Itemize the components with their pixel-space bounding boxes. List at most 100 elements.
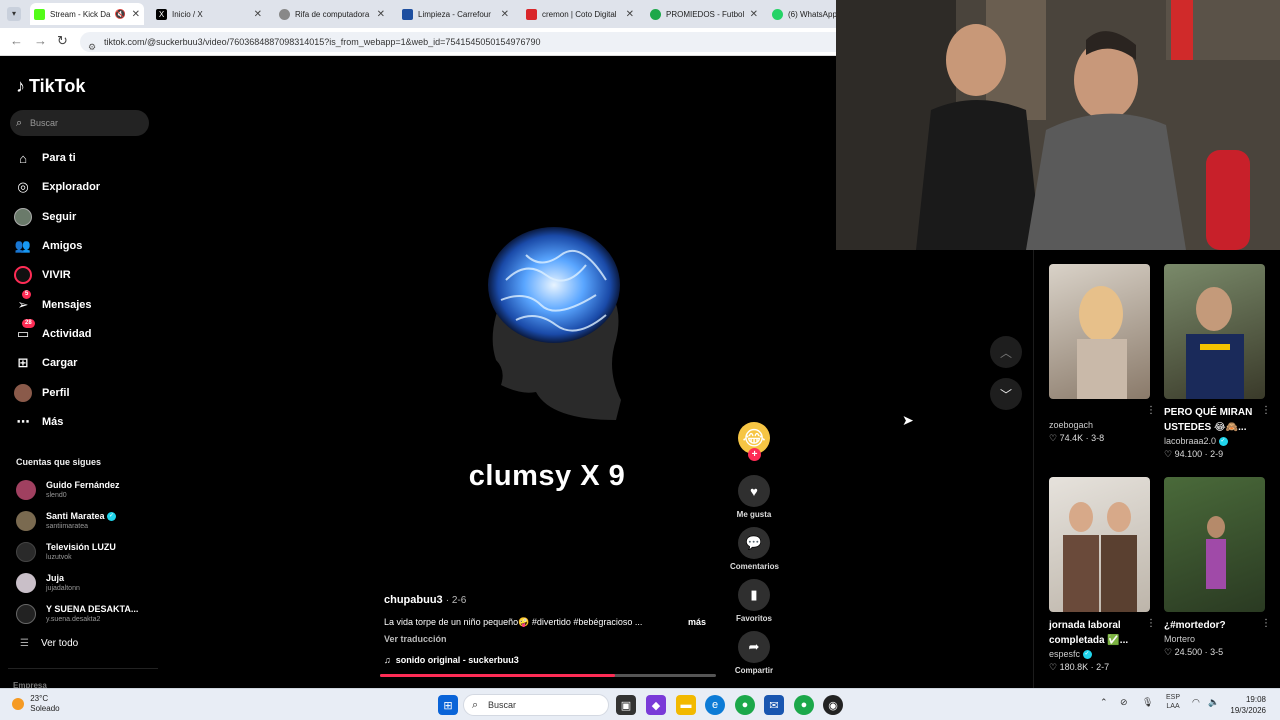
menu-item-para-ti[interactable]: ⌂ Para ti [14,147,76,169]
muted-speaker-icon[interactable]: 🔇 [115,9,126,20]
close-tab-icon[interactable]: ✕ [501,9,509,20]
site-info-icon[interactable]: ⚙ [88,37,96,57]
video-card[interactable]: jornada laboral completada ✅... espesfc … [1049,477,1156,674]
see-all-button[interactable]: ☰ Ver todo [20,638,78,649]
menu-item-cargar[interactable]: ⊞ Cargar [14,352,78,374]
tab-title: Limpieza - Carrefour [418,9,491,19]
wifi-icon[interactable]: ◠ [1192,697,1200,708]
following-avatar-icon [14,208,32,226]
back-arrow-icon[interactable]: ← [10,33,23,48]
following-account[interactable]: Santi Maratea ✓ santiimaratea [16,508,117,534]
search-input[interactable]: ⌕ Buscar [10,110,149,136]
mail-app-icon[interactable]: ✉ [764,695,784,715]
previous-video-button[interactable]: ︿ [990,336,1022,368]
menu-item-explorador[interactable]: ◎ Explorador [14,176,100,198]
video-card[interactable]: ¿#mortedor? Mortero ♡ 24.500 · 3-5 ⋮ [1164,477,1271,659]
taskbar-search[interactable]: ⌕ Buscar [463,694,609,716]
browser-tab-x[interactable]: X Inicio / X ✕ [154,3,266,25]
tab-title: Inicio / X [172,9,203,19]
next-video-button[interactable]: ﹀ [990,378,1022,410]
video-card[interactable]: PERO QUÉ MIRAN USTEDES 😂🙈... lacobraaa2.… [1164,264,1271,461]
tab-title: cremon | Coto Digital [542,9,617,19]
browser-tab-promiedos[interactable]: PROMIEDOS - Futbol ✕ [648,3,762,25]
translate-button[interactable]: Ver traducción [384,634,447,644]
menu-item-vivir[interactable]: VIVIR [14,264,71,286]
browser-tab-coto[interactable]: cremon | Coto Digital ✕ [524,3,638,25]
language-indicator[interactable]: ESP LAA [1166,693,1180,711]
video-progress-bar[interactable] [380,674,716,677]
menu-item-actividad[interactable]: ▭ 28 Actividad [14,319,92,345]
menu-label: Más [42,416,64,428]
heart-outline-icon: ♡ [1164,449,1173,459]
live-icon [14,266,32,284]
heart-outline-icon: ♡ [1049,662,1058,672]
sound-link[interactable]: ♫ sonido original - suckerbuu3 [384,655,519,665]
following-account[interactable]: Televisión LUZU luzutvok [16,539,116,565]
browser-tab-carrefour[interactable]: Limpieza - Carrefour ✕ [400,3,513,25]
chrome-active-icon[interactable]: ● [794,695,814,715]
network-off-icon[interactable]: ⊘ [1120,697,1128,708]
menu-item-perfil[interactable]: Perfil [14,382,70,404]
reload-icon[interactable]: ↻ [57,33,68,49]
recommended-videos: zoebogach ♡ 74.4K · 3-8 ⋮ PERO QUÉ MIRAN… [1033,250,1280,688]
see-all-label: Ver todo [40,638,79,649]
menu-item-seguir[interactable]: Seguir [14,206,76,228]
comments-button[interactable]: 💬 Comentarios [730,527,779,571]
taskbar-search-label: Buscar [488,700,517,710]
following-account[interactable]: Juja jujadaltonn [16,570,80,596]
close-tab-icon[interactable]: ✕ [132,9,140,20]
tiktok-logo[interactable]: ♪ TikTok [16,76,85,97]
account-name: Juja [46,573,65,583]
close-tab-icon[interactable]: ✕ [750,9,758,20]
menu-item-mas[interactable]: ⋯ Más [14,411,64,433]
close-tab-icon[interactable]: ✕ [626,9,634,20]
volume-icon[interactable]: 🔈 [1208,697,1219,708]
account-username: y.suena.desakta2 [46,616,101,623]
task-view-icon[interactable]: ▣ [616,695,636,715]
tray-chevron-up-icon[interactable]: ⌃ [1100,697,1108,708]
obs-icon[interactable]: ◉ [823,695,843,715]
following-account[interactable]: Y SUENA DESAKTA... y.suena.desakta2 [16,601,138,627]
url-text: tiktok.com/@suckerbuu3/video/76036848870… [104,37,541,47]
microphone-icon[interactable]: 🎙 [1142,697,1153,708]
browser-tab-kick[interactable]: Stream - Kick Da 🔇 ✕ [30,3,144,25]
following-account[interactable]: Guido Fernández slend0 [16,477,120,503]
video-author[interactable]: chupabuu3 · 2-6 [384,594,466,606]
more-icon: ⋯ [16,414,30,429]
follow-plus-icon[interactable]: + [748,448,761,461]
video-card[interactable]: zoebogach ♡ 74.4K · 3-8 ⋮ [1049,264,1156,445]
video-player[interactable]: clumsy X 9 chupabuu3 · 2-6 La vida torpe… [376,70,718,680]
menu-item-mensajes[interactable]: ➢ 5 Mensajes [14,290,92,316]
menu-label: Cargar [42,357,78,369]
share-button[interactable]: ➦ Compartir [730,631,778,675]
tab-list-chevron-icon[interactable]: ▾ [7,7,21,21]
chrome-icon[interactable]: ● [735,695,755,715]
more-button[interactable]: más [688,617,706,627]
card-menu-icon[interactable]: ⋮ [1261,618,1271,629]
browser-tab-whatsapp[interactable]: (6) WhatsApp [770,3,836,25]
card-menu-icon[interactable]: ⋮ [1261,405,1271,416]
card-menu-icon[interactable]: ⋮ [1146,618,1156,629]
browser-tab-rifa[interactable]: Rifa de computadora ✕ [277,3,389,25]
menu-item-amigos[interactable]: 👥 Amigos [14,235,82,257]
weather-widget[interactable]: 23°C Soleado [12,694,60,714]
close-tab-icon[interactable]: ✕ [377,9,385,20]
home-icon: ⌂ [19,150,27,166]
avatar [16,573,36,593]
store-app-icon[interactable]: ◆ [646,695,666,715]
windows-start-icon[interactable]: ⊞ [438,695,458,715]
card-menu-icon[interactable]: ⋮ [1146,405,1156,416]
forward-arrow-icon[interactable]: → [34,33,47,48]
clock-time: 19:08 [1245,695,1266,704]
favorites-button[interactable]: ▮ Favoritos [730,579,778,623]
close-tab-icon[interactable]: ✕ [254,9,262,20]
chevron-up-icon: ︿ [999,345,1012,360]
taskbar-clock[interactable]: 19:08 19/3/2026 [1226,694,1266,716]
file-explorer-icon[interactable]: ▬ [676,695,696,715]
heart-icon: ♥ [738,475,770,507]
like-button[interactable]: ♥ Me gusta [730,475,778,519]
account-username: slend0 [46,492,67,499]
search-placeholder: Buscar [30,118,59,128]
card-likes: 94.100 [1174,449,1203,459]
edge-browser-icon[interactable]: e [705,695,725,715]
